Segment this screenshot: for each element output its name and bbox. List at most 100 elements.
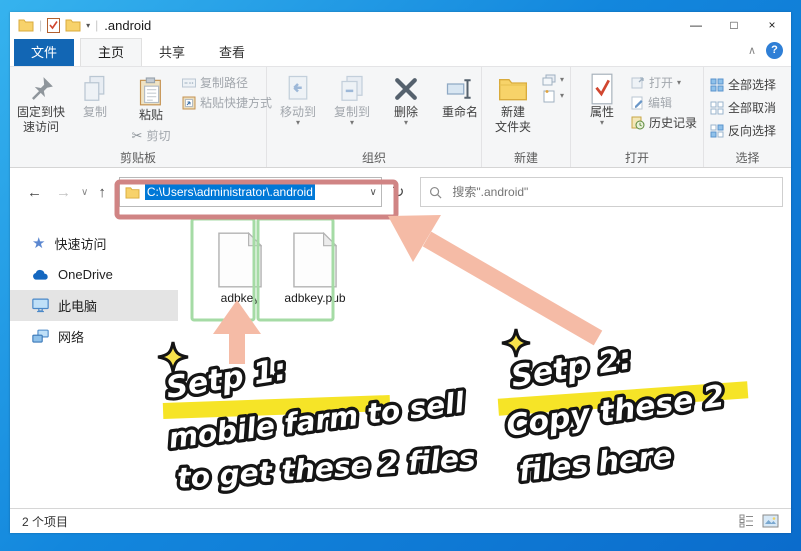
tabrow-right: ∧ ?: [748, 42, 783, 59]
rename-icon: [445, 73, 475, 105]
cut-button[interactable]: ✂ 剪切: [132, 127, 171, 144]
tab-share[interactable]: 共享: [142, 39, 202, 66]
paste-shortcut-button[interactable]: 粘贴快捷方式: [182, 94, 272, 111]
dropdown-icon: ▾: [296, 120, 300, 126]
help-button[interactable]: ?: [766, 42, 783, 59]
clipboard-small-buttons: 复制路径 粘贴快捷方式: [180, 70, 274, 115]
search-input[interactable]: [450, 184, 774, 200]
properties-qat-icon[interactable]: [47, 18, 60, 33]
move-to-button[interactable]: 移动到 ▾: [271, 70, 325, 129]
properties-icon: [589, 73, 615, 105]
history-button[interactable]: 历史记录: [631, 114, 697, 131]
ribbon-tabs: 文件 主页 共享 查看 ∧ ?: [10, 38, 791, 67]
new-folder-button[interactable]: 新建 文件夹: [486, 70, 540, 138]
copy-button[interactable]: 复制: [68, 70, 122, 123]
invert-selection-icon: [710, 124, 724, 138]
this-pc-monitor-icon: [32, 298, 49, 313]
tab-view[interactable]: 查看: [202, 39, 262, 66]
select-all-button[interactable]: 全部选择: [710, 76, 785, 93]
view-toggles: [739, 514, 779, 528]
copy-to-button[interactable]: 复制到 ▾: [325, 70, 379, 129]
copy-to-icon: [337, 73, 367, 105]
address-folder-icon: [125, 186, 140, 199]
address-bar[interactable]: C:\Users\administrator\.android ∨: [119, 177, 382, 207]
tab-home[interactable]: 主页: [80, 38, 142, 66]
tab-file[interactable]: 文件: [14, 39, 74, 66]
main-area: ★ 快速访问 OneDrive 此电脑 网络: [10, 216, 791, 508]
paste-area: 粘贴 ✂ 剪切: [122, 70, 180, 147]
back-button[interactable]: ←: [20, 184, 49, 201]
rename-button[interactable]: 重命名: [433, 70, 487, 123]
new-folder-icon: [497, 73, 529, 105]
paste-shortcut-icon: [182, 96, 196, 110]
delete-icon: [391, 73, 421, 105]
screenshot-frame: | ▾ | .android — □ × 文件 主页 共享 查看 ∧ ?: [0, 0, 801, 551]
close-button[interactable]: ×: [753, 12, 791, 38]
sidebar-item-network[interactable]: 网络: [10, 321, 178, 352]
window-controls: — □ ×: [677, 12, 791, 38]
open-button[interactable]: 打开 ▾: [631, 74, 697, 91]
sidebar-item-onedrive[interactable]: OneDrive: [10, 259, 178, 290]
open-small-buttons: 打开 ▾ 编辑 历史记录: [629, 70, 699, 135]
separator: |: [39, 18, 42, 32]
dropdown-icon: ▾: [350, 120, 354, 126]
select-none-button[interactable]: 全部取消: [710, 99, 785, 116]
group-label-clipboard: 剪贴板: [10, 149, 266, 166]
group-select: 全部选择 全部取消 反向选择 选择: [704, 67, 791, 167]
qat-customize-icon[interactable]: ▾: [86, 21, 90, 30]
invert-selection-button[interactable]: 反向选择: [710, 122, 785, 139]
file-icon: [218, 232, 262, 288]
properties-button[interactable]: 属性 ▾: [575, 70, 629, 129]
pin-icon: [26, 73, 56, 105]
quick-access-toolbar: | ▾ |: [18, 18, 98, 33]
search-box[interactable]: [420, 177, 783, 207]
copy-path-icon: [182, 77, 196, 89]
delete-button[interactable]: 删除 ▾: [379, 70, 433, 129]
copy-path-button[interactable]: 复制路径: [182, 74, 272, 91]
new-item-button[interactable]: ▾: [542, 89, 564, 103]
dropdown-icon: ▾: [677, 80, 681, 86]
file-icon: [293, 232, 337, 288]
pin-to-quick-access-button[interactable]: 固定到快 速访问: [14, 70, 68, 138]
group-label-organize: 组织: [267, 149, 481, 166]
folder-icon[interactable]: [18, 18, 34, 32]
history-dropdown-icon[interactable]: ∨: [78, 187, 91, 198]
onedrive-cloud-icon: [32, 269, 49, 281]
separator: |: [95, 18, 98, 32]
paste-icon: [137, 76, 165, 108]
maximize-button[interactable]: □: [715, 12, 753, 38]
address-dropdown-icon[interactable]: ∨: [370, 187, 377, 198]
edit-button[interactable]: 编辑: [631, 94, 697, 111]
forward-button[interactable]: →: [49, 184, 78, 201]
up-button[interactable]: ↑: [91, 184, 113, 201]
explorer-window: | ▾ | .android — □ × 文件 主页 共享 查看 ∧ ?: [10, 12, 791, 533]
easy-access-icon: [542, 74, 556, 86]
dropdown-icon: ▾: [600, 120, 604, 126]
file-adbkey-pub[interactable]: adbkey.pub: [280, 226, 350, 307]
sidebar-item-quick-access[interactable]: ★ 快速访问: [10, 228, 178, 259]
easy-access-button[interactable]: ▾: [542, 74, 564, 86]
group-label-open: 打开: [571, 149, 703, 166]
address-path-text[interactable]: C:\Users\administrator\.android: [145, 184, 315, 200]
collapse-ribbon-icon[interactable]: ∧: [748, 44, 756, 57]
details-view-icon[interactable]: [739, 514, 754, 528]
new-small-buttons: ▾ ▾: [540, 70, 566, 107]
group-organize: 移动到 ▾ 复制到 ▾ 删除 ▾ 重命名: [267, 67, 482, 167]
paste-button[interactable]: 粘贴: [127, 73, 175, 123]
move-to-icon: [283, 73, 313, 105]
network-icon: [32, 329, 49, 344]
dropdown-icon: ▾: [560, 77, 564, 83]
copy-icon: [80, 73, 110, 105]
refresh-button[interactable]: ↻: [382, 183, 415, 201]
item-count: 2 个项目: [22, 513, 68, 530]
edit-icon: [631, 96, 644, 110]
open-icon: [631, 76, 645, 89]
large-icons-view-icon[interactable]: [762, 514, 779, 528]
file-adbkey[interactable]: adbkey: [208, 226, 272, 307]
sidebar-item-this-pc[interactable]: 此电脑: [10, 290, 178, 321]
minimize-button[interactable]: —: [677, 12, 715, 38]
new-folder-qat-icon[interactable]: [65, 18, 81, 32]
ribbon: 固定到快 速访问 复制 粘贴 ✂ 剪切: [10, 67, 791, 168]
file-name: adbkey.pub: [284, 291, 345, 307]
select-none-icon: [710, 101, 724, 115]
